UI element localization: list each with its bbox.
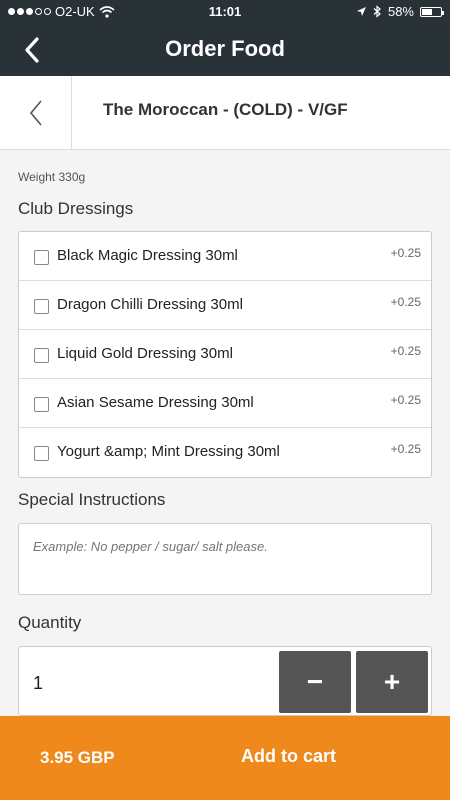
instructions-label: Special Instructions (18, 490, 166, 509)
dressing-price: +0.25 (390, 295, 421, 309)
dressing-name: Black Magic Dressing 30ml (57, 247, 238, 264)
increase-quantity-button[interactable]: + (356, 651, 428, 713)
quantity-value[interactable]: 1 (33, 673, 43, 694)
dressing-price: +0.25 (390, 442, 421, 456)
cart-total-price: 3.95 GBP (40, 748, 115, 767)
quantity-stepper: 1 − + (18, 646, 432, 716)
dressing-name: Dragon Chilli Dressing 30ml (57, 296, 243, 313)
add-to-cart-bar[interactable]: 3.95 GBP Add to cart (0, 716, 450, 800)
dressing-option[interactable]: Liquid Gold Dressing 30ml +0.25 (19, 330, 431, 379)
status-bar: O2-UK 11:01 58% (0, 0, 450, 24)
status-right-group: 58% (356, 4, 444, 19)
nav-title: Order Food (165, 36, 285, 61)
item-title: The Moroccan - (COLD) - V/GF (103, 100, 348, 119)
nav-bar: Order Food (0, 24, 450, 76)
dressing-option[interactable]: Yogurt &amp; Mint Dressing 30ml +0.25 (19, 428, 431, 477)
add-to-cart-button[interactable]: Add to cart (241, 746, 336, 767)
item-weight: Weight 330g (18, 170, 86, 184)
quantity-label: Quantity (18, 613, 82, 632)
dressing-checkbox[interactable] (34, 348, 49, 363)
dressing-checkbox[interactable] (34, 446, 49, 461)
dressings-list: Black Magic Dressing 30ml +0.25 Dragon C… (18, 231, 432, 478)
special-instructions-input[interactable] (18, 523, 432, 595)
chevron-left-icon (29, 100, 42, 126)
dressing-name: Yogurt &amp; Mint Dressing 30ml (57, 443, 280, 460)
dressing-checkbox[interactable] (34, 299, 49, 314)
dressing-price: +0.25 (390, 344, 421, 358)
dressing-checkbox[interactable] (34, 250, 49, 265)
dressings-label: Club Dressings (18, 199, 134, 218)
dressing-option[interactable]: Asian Sesame Dressing 30ml +0.25 (19, 379, 431, 428)
dressing-option[interactable]: Dragon Chilli Dressing 30ml +0.25 (19, 281, 431, 330)
dressing-price: +0.25 (390, 246, 421, 260)
dressing-name: Asian Sesame Dressing 30ml (57, 394, 254, 411)
location-arrow-icon (356, 7, 366, 16)
dressing-option[interactable]: Black Magic Dressing 30ml +0.25 (19, 232, 431, 281)
bluetooth-icon (373, 5, 381, 18)
battery-icon (420, 6, 444, 17)
item-header: The Moroccan - (COLD) - V/GF (0, 76, 450, 150)
decrease-quantity-button[interactable]: − (279, 651, 351, 713)
dressing-price: +0.25 (390, 393, 421, 407)
item-back-button[interactable] (0, 76, 72, 150)
dressing-name: Liquid Gold Dressing 30ml (57, 345, 233, 362)
dressing-checkbox[interactable] (34, 397, 49, 412)
battery-percentage: 58% (387, 4, 414, 19)
